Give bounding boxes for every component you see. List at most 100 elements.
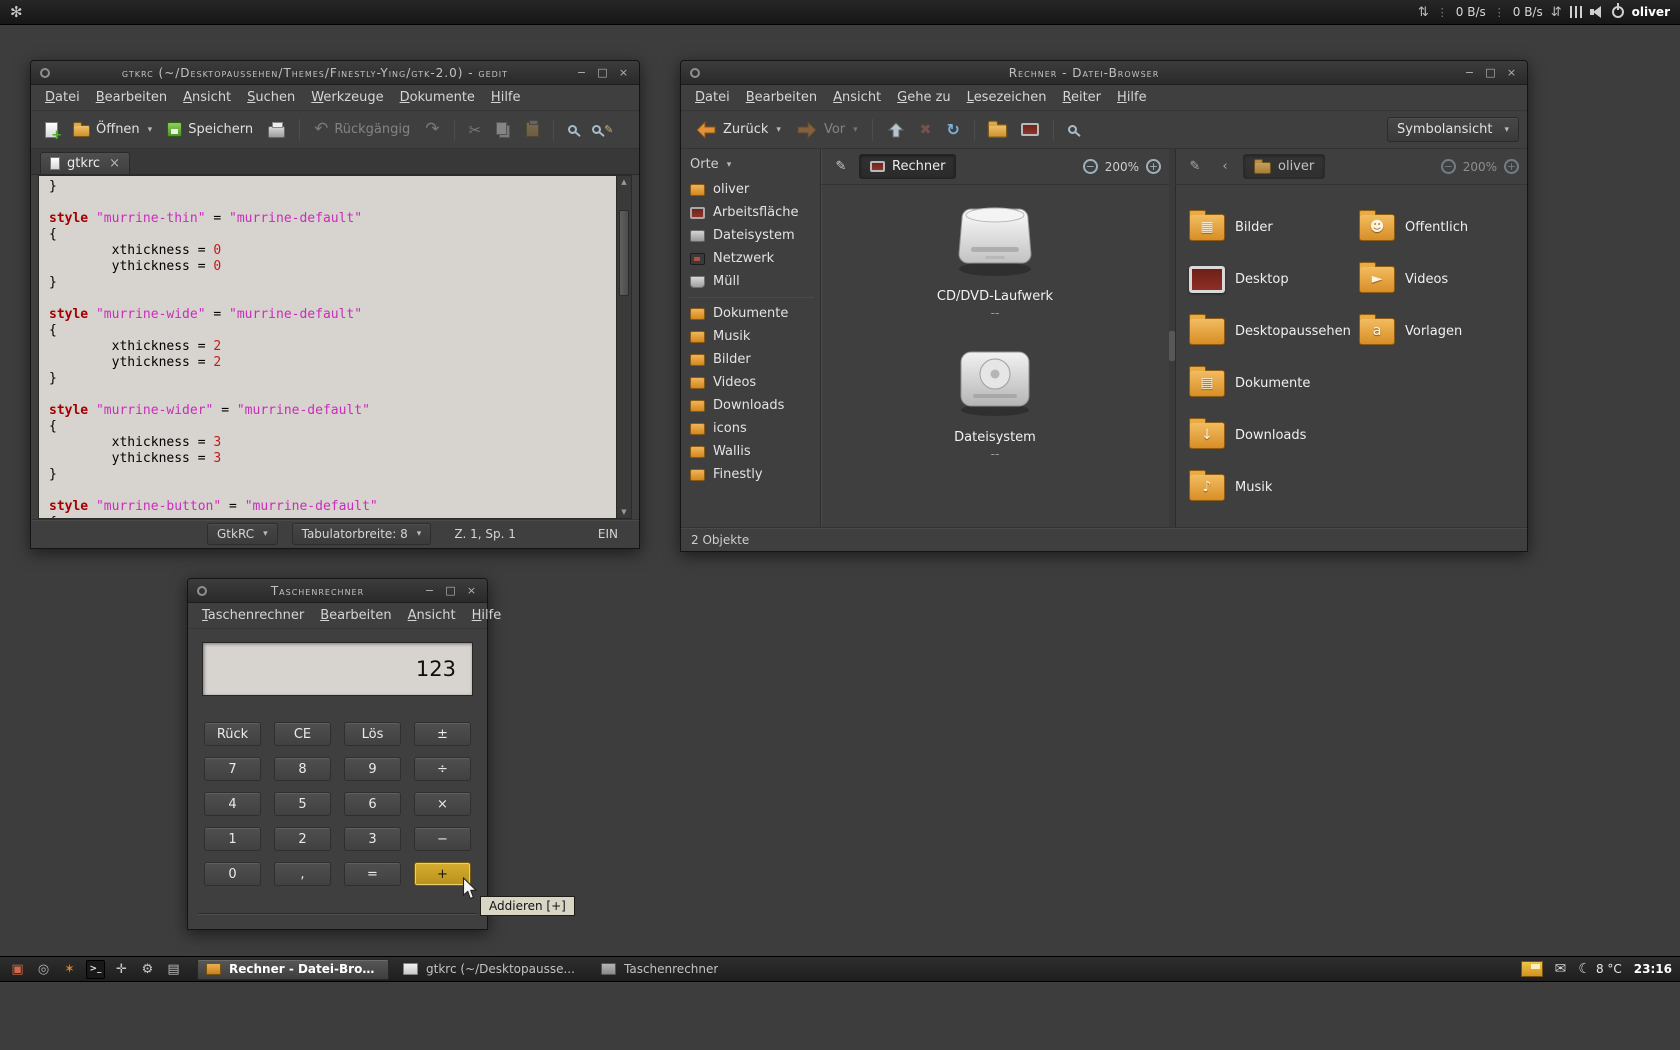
calc-button-op-18[interactable]: =: [344, 862, 401, 886]
place-arbeitsfläche[interactable]: Arbeitsfläche: [681, 201, 820, 224]
place-musik[interactable]: Musik: [681, 325, 820, 348]
calc-button-7[interactable]: 7: [204, 757, 261, 781]
file-manager-icon[interactable]: ▤: [164, 960, 183, 979]
folder-musik[interactable]: ♪Musik: [1189, 461, 1359, 513]
close-button[interactable]: ×: [1505, 66, 1518, 79]
calc-button-1[interactable]: 1: [204, 827, 261, 851]
window-menu-icon[interactable]: [197, 586, 207, 596]
up-button[interactable]: [881, 117, 911, 143]
calc-button-9[interactable]: 9: [344, 757, 401, 781]
view-mode-select[interactable]: Symbolansicht ▾: [1387, 117, 1519, 142]
calc-button-0[interactable]: 0: [204, 862, 261, 886]
desktop[interactable]: { "colors": { "desktop_bg": "#3d3d3d", "…: [0, 0, 1680, 1050]
chevron-down-icon[interactable]: ▾: [776, 125, 781, 135]
menu-bearbeiten[interactable]: Bearbeiten: [312, 605, 399, 626]
menu-taschenrechner[interactable]: Taschenrechner: [194, 605, 312, 626]
folder-vorlagen[interactable]: aVorlagen: [1359, 305, 1527, 357]
place-videos[interactable]: Videos: [681, 371, 820, 394]
menu-reiter[interactable]: Reiter: [1055, 87, 1110, 108]
username[interactable]: oliver: [1632, 5, 1670, 19]
calc-button-op-15[interactable]: −: [414, 827, 471, 851]
place-netzwerk[interactable]: Netzwerk: [681, 247, 820, 270]
scroll-up-icon[interactable]: ▲: [617, 178, 631, 186]
location-button-oliver[interactable]: oliver: [1243, 154, 1325, 179]
tools-icon[interactable]: ✛: [112, 960, 131, 979]
web-browser-icon[interactable]: ◎: [34, 960, 53, 979]
workspace-pager-icon[interactable]: [1521, 961, 1543, 977]
menu-werkzeuge[interactable]: Werkzeuge: [303, 87, 391, 108]
undo-button[interactable]: ↶Rückgängig: [308, 117, 416, 142]
calc-button-lös[interactable]: Lös: [344, 722, 401, 746]
calc-button-3[interactable]: 3: [344, 827, 401, 851]
menu-ansicht[interactable]: Ansicht: [825, 87, 889, 108]
place-bilder[interactable]: Bilder: [681, 348, 820, 371]
window-menu-icon[interactable]: [690, 68, 700, 78]
window-menu-icon[interactable]: [40, 68, 50, 78]
network-applet-icon[interactable]: ⇵: [1551, 5, 1562, 20]
reload-button[interactable]: ↻: [940, 116, 965, 143]
menu-gehe-zu[interactable]: Gehe zu: [889, 87, 959, 108]
device-cd-dvd-laufwerk[interactable]: CD/DVD-Laufwerk--: [880, 203, 1110, 320]
place-müll[interactable]: Müll: [681, 270, 820, 293]
tab-width-select[interactable]: Tabulatorbreite: 8▾: [292, 523, 432, 545]
scroll-down-icon[interactable]: ▼: [617, 508, 631, 516]
minimize-button[interactable]: −: [1463, 66, 1476, 79]
taskbar-window-taschenrechner[interactable]: Taschenrechner: [593, 959, 785, 980]
zoom-out-button[interactable]: −: [1083, 159, 1098, 174]
settings-icon[interactable]: ⚙: [138, 960, 157, 979]
scrollbar-thumb[interactable]: [619, 210, 629, 296]
copy-button[interactable]: [490, 118, 517, 142]
search-button[interactable]: [562, 121, 583, 138]
place-dateisystem[interactable]: Dateisystem: [681, 224, 820, 247]
folder-dokumente[interactable]: ▤Dokumente: [1189, 357, 1359, 409]
print-button[interactable]: [262, 118, 291, 142]
left-pane-content[interactable]: CD/DVD-Laufwerk-- Dateisystem--: [821, 185, 1169, 527]
minimize-button[interactable]: −: [575, 66, 588, 79]
device-dateisystem[interactable]: Dateisystem--: [880, 344, 1110, 461]
tab-gtkrc[interactable]: gtkrc ×: [40, 152, 130, 174]
search-button[interactable]: [1062, 121, 1083, 138]
mail-icon[interactable]: ✉: [1555, 961, 1567, 977]
calc-button-6[interactable]: 6: [344, 792, 401, 816]
close-button[interactable]: ×: [617, 66, 630, 79]
pane-splitter-handle[interactable]: [1169, 331, 1175, 361]
forward-button[interactable]: Vor ▾: [790, 117, 864, 143]
search-replace-button[interactable]: ✎: [586, 119, 619, 140]
calc-button-op-3[interactable]: ±: [414, 722, 471, 746]
right-pane-content[interactable]: ▦BilderDesktopDesktopaussehen▤Dokumente↓…: [1175, 185, 1527, 527]
calc-button-op-17[interactable]: ,: [274, 862, 331, 886]
maximize-button[interactable]: □: [596, 66, 609, 79]
session-icon[interactable]: ✻: [10, 3, 23, 21]
menu-ansicht[interactable]: Ansicht: [175, 87, 239, 108]
calc-button-op-11[interactable]: ×: [414, 792, 471, 816]
calc-button-rück[interactable]: Rück: [204, 722, 261, 746]
cut-button[interactable]: ✂: [463, 117, 488, 143]
volume-icon[interactable]: [1590, 6, 1604, 18]
language-select[interactable]: GtkRC▾: [207, 523, 278, 545]
menu-datei[interactable]: Datei: [687, 87, 738, 108]
redo-button[interactable]: ↷: [419, 117, 445, 142]
menu-bearbeiten[interactable]: Bearbeiten: [88, 87, 175, 108]
crumb-scroll-left-button[interactable]: ‹: [1213, 155, 1237, 179]
calc-button-8[interactable]: 8: [274, 757, 331, 781]
open-button[interactable]: Öffnen▾: [67, 118, 158, 141]
gedit-titlebar[interactable]: gtkrc (~/Desktopaussehen/Themes/Finestly…: [31, 61, 639, 85]
maximize-button[interactable]: □: [444, 584, 457, 597]
calc-button-2[interactable]: 2: [274, 827, 331, 851]
folder-desktopaussehen[interactable]: Desktopaussehen: [1189, 305, 1359, 357]
folder-downloads[interactable]: ↓Downloads: [1189, 409, 1359, 461]
clock[interactable]: 23:16: [1634, 962, 1672, 976]
chat-icon[interactable]: ✶: [60, 960, 79, 979]
back-button[interactable]: Zurück ▾: [689, 117, 787, 143]
calc-button-5[interactable]: 5: [274, 792, 331, 816]
close-button[interactable]: ×: [465, 584, 478, 597]
folder-videos[interactable]: ►Videos: [1359, 253, 1527, 305]
menu-suchen[interactable]: Suchen: [239, 87, 303, 108]
calc-button-4[interactable]: 4: [204, 792, 261, 816]
place-downloads[interactable]: Downloads: [681, 394, 820, 417]
new-document-button[interactable]: [39, 118, 64, 142]
computer-button[interactable]: [1015, 119, 1045, 140]
mixer-icon[interactable]: [1570, 6, 1582, 18]
folder-desktop[interactable]: Desktop: [1189, 253, 1359, 305]
menu-hilfe[interactable]: Hilfe: [464, 605, 510, 626]
